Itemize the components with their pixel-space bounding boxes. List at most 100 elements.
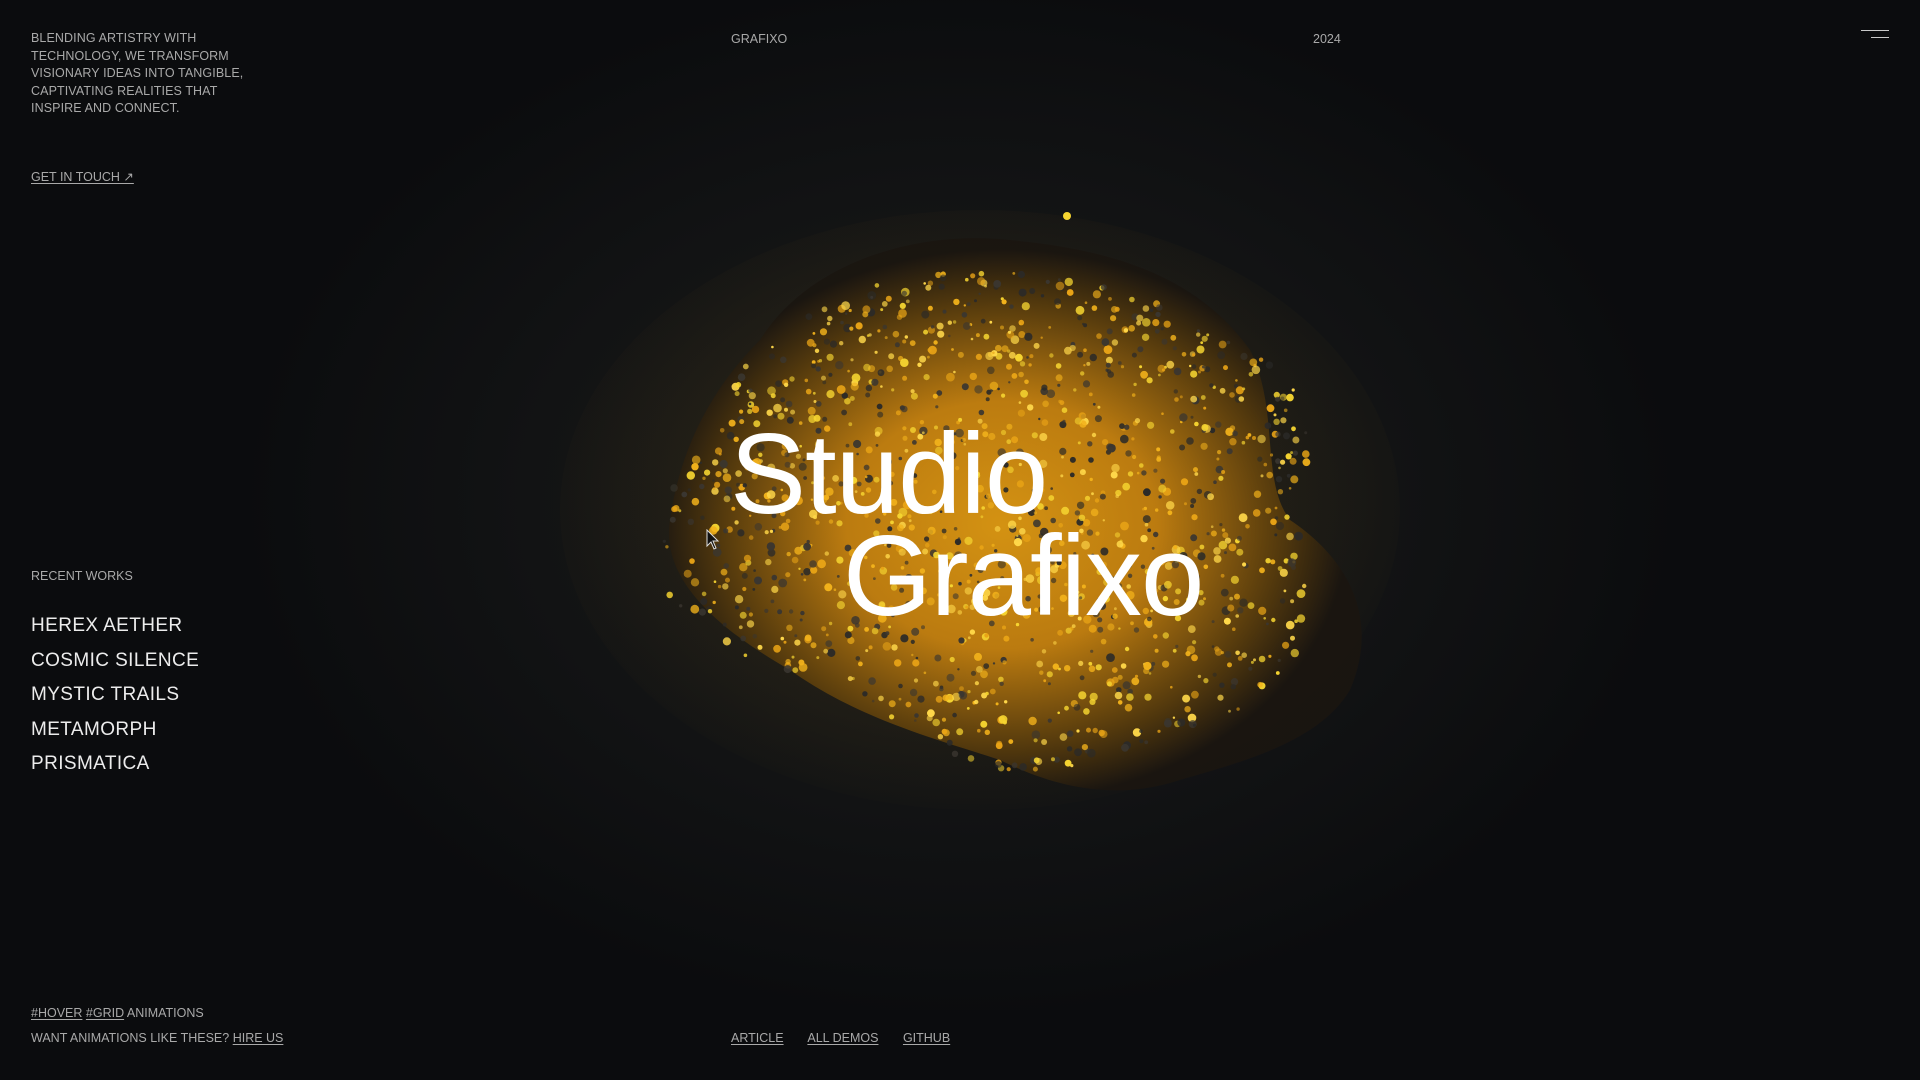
particle (985, 691, 989, 696)
particle (700, 515, 705, 520)
particle (946, 673, 955, 682)
particle (865, 487, 872, 493)
particle (1160, 478, 1166, 484)
particle (858, 335, 866, 344)
particle (1172, 648, 1177, 653)
particle (1270, 518, 1277, 526)
particle (914, 713, 919, 718)
particle (892, 330, 900, 338)
particle (934, 654, 942, 662)
particle (828, 372, 833, 377)
particle (1290, 635, 1295, 641)
particle (752, 458, 762, 467)
particle (1086, 361, 1091, 366)
hire-us-link[interactable]: HIRE US (233, 1031, 284, 1045)
particle (905, 600, 913, 609)
particle (999, 681, 1004, 686)
particle (1212, 672, 1217, 677)
particle (954, 538, 962, 546)
particle (910, 639, 915, 644)
article-link[interactable]: ARTICLE (731, 1031, 784, 1045)
particle (1179, 395, 1183, 399)
particle (882, 324, 888, 330)
particle (976, 484, 984, 493)
particle (722, 583, 729, 590)
particle (902, 426, 907, 431)
particle (1210, 525, 1214, 528)
all-demos-link[interactable]: ALL DEMOS (807, 1031, 878, 1045)
particle (876, 403, 883, 410)
particle (1232, 430, 1238, 437)
work-item-metamorph[interactable]: METAMORPH (31, 713, 199, 748)
particle (991, 543, 995, 547)
particle (970, 273, 976, 279)
particle (1095, 664, 1102, 671)
particle (1049, 353, 1054, 358)
particle (1039, 459, 1048, 468)
particle (923, 671, 927, 675)
particle (1211, 620, 1215, 624)
particle (886, 365, 893, 373)
get-in-touch-link[interactable]: GET IN TOUCH ↗ (31, 169, 134, 184)
particle (1083, 364, 1086, 367)
particle (1058, 523, 1063, 528)
particle (1048, 495, 1055, 501)
particle (933, 680, 939, 687)
particle (1158, 484, 1167, 493)
particle (1175, 644, 1179, 648)
particle (1046, 389, 1056, 398)
grid-tag-link[interactable]: #GRID (86, 1006, 124, 1020)
particle (996, 740, 1003, 747)
particle (871, 539, 876, 544)
particle (985, 397, 990, 402)
particle (877, 369, 885, 377)
particle (1021, 302, 1030, 311)
particle (844, 631, 852, 639)
particle (766, 542, 776, 551)
particle (952, 320, 957, 324)
particle (1025, 595, 1031, 602)
work-item-mystic-trails[interactable]: MYSTIC TRAILS (31, 678, 199, 713)
particle (1106, 369, 1112, 374)
particle (1039, 670, 1044, 675)
particle (1066, 289, 1074, 296)
particle (1030, 638, 1034, 642)
github-link[interactable]: GITHUB (903, 1031, 950, 1045)
particle (1141, 333, 1150, 341)
particle (743, 554, 752, 562)
particle (1033, 342, 1040, 349)
particle (981, 423, 988, 430)
work-item-cosmic-silence[interactable]: COSMIC SILENCE (31, 644, 199, 679)
work-item-herex-aether[interactable]: HEREX AETHER (31, 609, 199, 644)
hamburger-icon[interactable] (1855, 26, 1891, 44)
particle (977, 418, 983, 424)
particle (978, 270, 985, 277)
particle (986, 559, 990, 563)
particle (1090, 508, 1099, 517)
particle (977, 567, 984, 573)
particle (950, 439, 955, 445)
particle (980, 318, 986, 324)
particle (1275, 458, 1281, 464)
particle (1173, 599, 1180, 605)
particle (1040, 573, 1045, 578)
particle (1061, 506, 1070, 515)
particle (1103, 578, 1111, 586)
particle (803, 542, 811, 551)
particle (983, 663, 990, 669)
particle (1190, 395, 1198, 403)
particle (982, 595, 989, 601)
particle (780, 356, 787, 364)
particle (786, 416, 794, 424)
particle (1283, 589, 1287, 593)
particle (1191, 514, 1198, 521)
particle (679, 604, 683, 608)
particle (817, 505, 826, 515)
particle (982, 431, 989, 438)
particle (1047, 718, 1052, 723)
particle (1200, 341, 1204, 344)
hover-tag-link[interactable]: #HOVER (31, 1006, 82, 1020)
particle (1203, 406, 1207, 410)
work-item-prismatica[interactable]: PRISMATICA (31, 747, 199, 782)
particle (921, 431, 925, 435)
